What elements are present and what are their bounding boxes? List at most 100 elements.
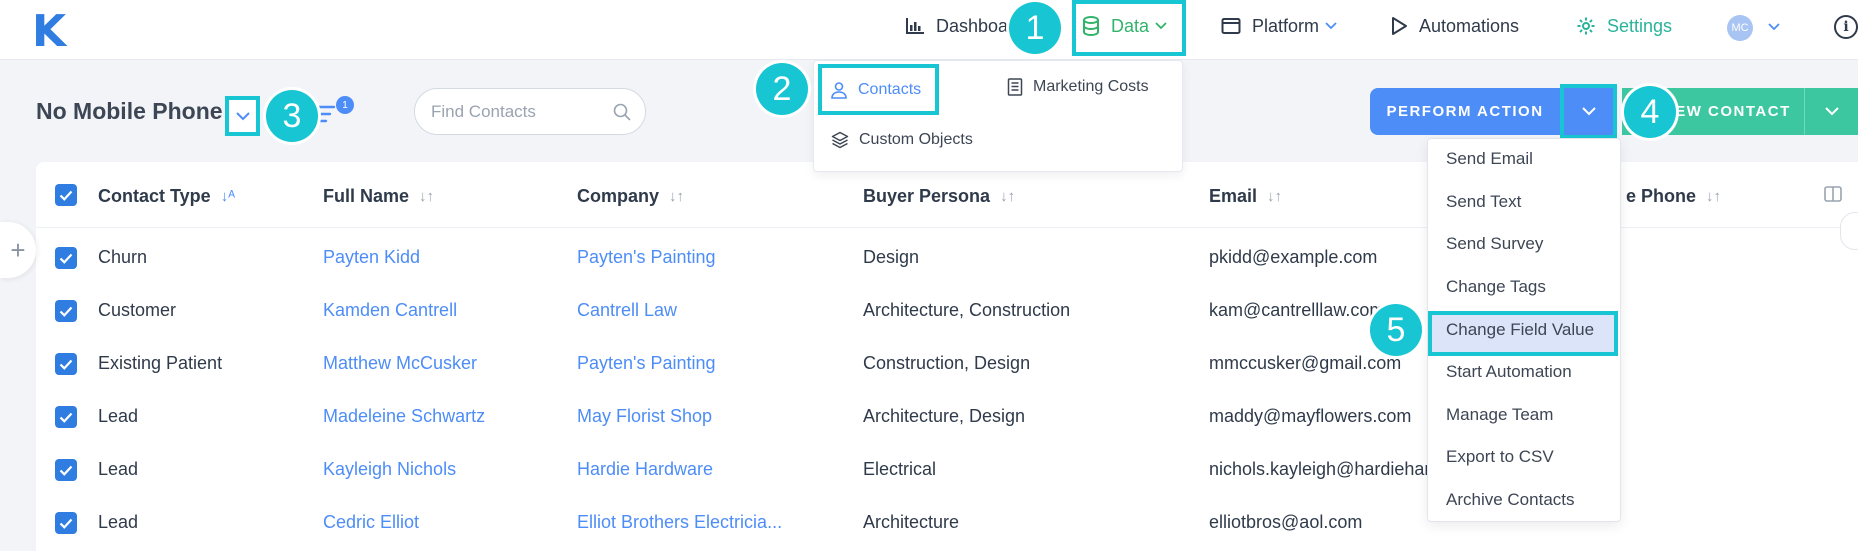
cell-company[interactable]: May Florist Shop <box>577 406 712 427</box>
menu-item-send-email[interactable]: Send Email <box>1446 149 1533 169</box>
chevron-down-icon <box>1824 107 1839 116</box>
nav-platform-label: Platform <box>1252 15 1320 36</box>
cell-email: kam@cantrelllaw.com <box>1209 300 1385 320</box>
check-icon <box>59 412 73 423</box>
menu-item-contacts[interactable]: Contacts <box>818 64 939 115</box>
header-label: e Phone <box>1626 186 1697 206</box>
chevron-down-icon[interactable] <box>1768 23 1780 31</box>
cell-full-name[interactable]: Cedric Elliot <box>323 512 419 533</box>
menu-item-marketing-costs[interactable]: Marketing Costs <box>1007 78 1149 96</box>
cell-contact-type: Existing Patient <box>98 353 223 373</box>
sort-az-icon[interactable]: ↓ᴬ <box>221 188 235 205</box>
cell-company[interactable]: Payten's Painting <box>577 247 716 268</box>
layers-icon <box>831 131 849 149</box>
nav-automations-label: Automations <box>1419 15 1520 36</box>
cell-buyer-persona: Architecture, Design <box>863 406 1026 426</box>
perform-action-dropdown-button[interactable] <box>1560 84 1617 139</box>
sort-icon[interactable]: ↓↑ <box>1000 188 1015 205</box>
add-row-button[interactable]: + <box>0 222 36 278</box>
step-marker-5: 5 <box>1370 304 1422 356</box>
view-dropdown-button[interactable] <box>225 96 260 136</box>
nav-settings-label: Settings <box>1607 15 1673 36</box>
perform-action-button[interactable]: PERFORM ACTION <box>1370 88 1560 135</box>
cell-company[interactable]: Hardie Hardware <box>577 459 713 480</box>
row-checkbox[interactable] <box>55 353 77 375</box>
header-company[interactable]: Company ↓↑ <box>577 186 684 207</box>
chevron-down-icon <box>1325 22 1337 30</box>
menu-item-change-field-value[interactable]: Change Field Value <box>1446 320 1594 340</box>
cell-full-name[interactable]: Kamden Cantrell <box>323 300 457 321</box>
filter-count-badge: 1 <box>336 96 354 114</box>
columns-icon[interactable] <box>1824 186 1842 202</box>
nav-dashboard[interactable]: Dashboa <box>905 0 1008 52</box>
row-checkbox[interactable] <box>55 459 77 481</box>
check-icon <box>59 465 73 476</box>
cell-company[interactable]: Payten's Painting <box>577 353 716 374</box>
row-checkbox[interactable] <box>55 300 77 322</box>
search-icon[interactable] <box>613 103 631 121</box>
step-marker-4: 4 <box>1624 86 1676 138</box>
check-icon <box>59 359 73 370</box>
sort-icon[interactable]: ↓↑ <box>1267 188 1282 205</box>
gear-icon <box>1577 17 1595 35</box>
search-box <box>414 88 646 135</box>
play-icon <box>1392 17 1407 35</box>
menu-item-send-text[interactable]: Send Text <box>1446 192 1521 212</box>
nav-dashboard-label: Dashboa <box>936 15 1009 36</box>
header-label: Company <box>577 186 660 206</box>
cell-full-name[interactable]: Madeleine Schwartz <box>323 406 485 427</box>
user-avatar[interactable]: MC <box>1727 15 1753 41</box>
new-contact-dropdown-button[interactable] <box>1804 88 1858 135</box>
chevron-down-icon <box>1581 107 1596 116</box>
select-all-checkbox[interactable] <box>55 184 77 206</box>
check-icon <box>59 306 73 317</box>
header-label: Buyer Persona <box>863 186 991 206</box>
cell-buyer-persona: Electrical <box>863 459 937 479</box>
menu-item-send-survey[interactable]: Send Survey <box>1446 234 1543 254</box>
search-input[interactable] <box>431 99 611 125</box>
sort-icon[interactable]: ↓↑ <box>419 188 434 205</box>
side-panel-handle[interactable] <box>1840 212 1858 250</box>
step-marker-1: 1 <box>1009 2 1061 54</box>
cell-full-name[interactable]: Payten Kidd <box>323 247 420 268</box>
check-icon <box>59 253 73 264</box>
sort-icon[interactable]: ↓↑ <box>669 188 684 205</box>
menu-item-start-automation[interactable]: Start Automation <box>1446 362 1572 382</box>
header-full-name[interactable]: Full Name ↓↑ <box>323 186 434 207</box>
cell-full-name[interactable]: Kayleigh Nichols <box>323 459 456 480</box>
window-icon <box>1221 18 1241 34</box>
menu-item-manage-team[interactable]: Manage Team <box>1446 405 1553 425</box>
header-buyer-persona[interactable]: Buyer Persona ↓↑ <box>863 186 1015 207</box>
nav-platform[interactable]: Platform <box>1221 0 1337 52</box>
header-label: Contact Type <box>98 186 211 206</box>
menu-item-change-tags[interactable]: Change Tags <box>1446 277 1546 297</box>
top-navigation: K Dashboa Data Platform Automations Sett… <box>0 0 1858 60</box>
menu-item-archive-contacts[interactable]: Archive Contacts <box>1446 490 1575 510</box>
menu-item-export-csv[interactable]: Export to CSV <box>1446 447 1554 467</box>
menu-item-label: Marketing Costs <box>1033 78 1149 95</box>
user-icon <box>831 81 847 99</box>
cell-full-name[interactable]: Matthew McCusker <box>323 353 477 374</box>
cell-buyer-persona: Design <box>863 247 920 267</box>
bar-chart-icon <box>906 18 924 34</box>
cell-company[interactable]: Elliot Brothers Electricia... <box>577 512 782 533</box>
info-icon[interactable]: i <box>1834 15 1858 39</box>
app-logo[interactable]: K <box>32 6 66 57</box>
row-checkbox[interactable] <box>55 406 77 428</box>
header-phone[interactable]: e Phone ↓↑ <box>1626 186 1721 207</box>
nav-settings[interactable]: Settings <box>1576 0 1672 52</box>
data-dropdown-menu: Contacts Marketing Costs Custom Objects <box>813 60 1183 172</box>
nav-automations[interactable]: Automations <box>1390 0 1519 52</box>
view-title: No Mobile Phone <box>36 98 223 124</box>
header-contact-type[interactable]: Contact Type ↓ᴬ <box>98 186 235 207</box>
header-email[interactable]: Email ↓↑ <box>1209 186 1282 207</box>
cell-buyer-persona: Architecture, Construction <box>863 300 1071 320</box>
menu-item-custom-objects[interactable]: Custom Objects <box>831 131 973 149</box>
cell-email: maddy@mayflowers.com <box>1209 406 1412 426</box>
row-checkbox[interactable] <box>55 247 77 269</box>
chevron-down-icon <box>235 111 250 120</box>
cell-company[interactable]: Cantrell Law <box>577 300 677 321</box>
cell-email: elliotbros@aol.com <box>1209 512 1363 532</box>
row-checkbox[interactable] <box>55 512 77 534</box>
sort-icon[interactable]: ↓↑ <box>1706 188 1721 205</box>
